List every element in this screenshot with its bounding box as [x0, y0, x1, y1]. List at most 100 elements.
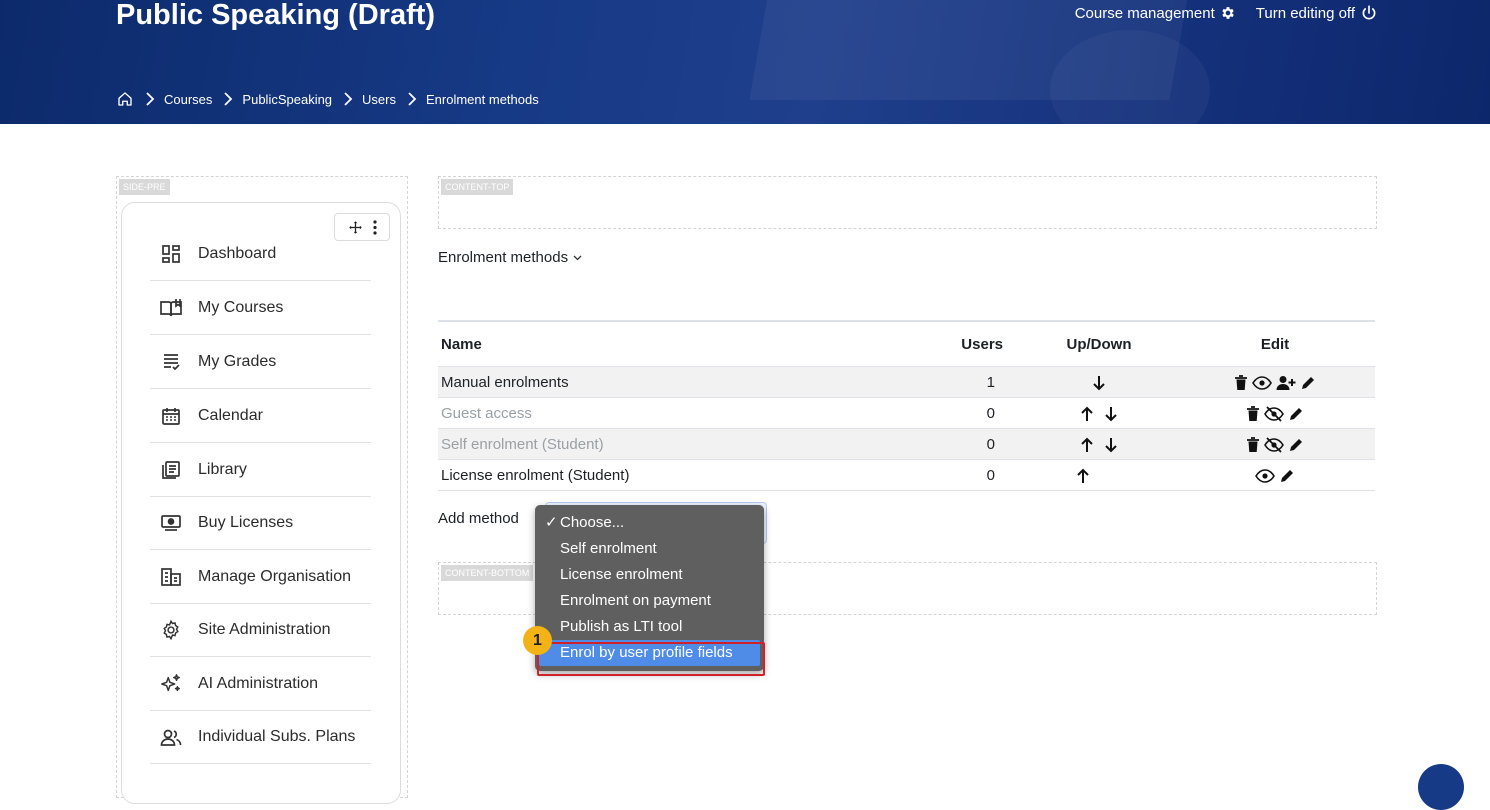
trash-icon[interactable] — [1234, 374, 1248, 391]
table-row: Manual enrolments 1 — [438, 366, 1375, 398]
home-icon[interactable] — [116, 90, 134, 108]
sidebar-item-buy-licenses[interactable]: Buy Licenses — [150, 497, 371, 550]
option-label: Self enrolment — [560, 540, 657, 557]
dropdown-option-self-enrolment[interactable]: Self enrolment — [535, 536, 764, 562]
arrow-up-icon[interactable] — [1080, 406, 1094, 422]
grades-icon — [159, 350, 183, 374]
method-users: 0 — [882, 397, 1023, 429]
dropdown-option-license-enrolment[interactable]: License enrolment — [535, 562, 764, 588]
eye-icon[interactable] — [1252, 375, 1272, 390]
chevron-right-icon — [223, 92, 233, 106]
updown-cell — [1023, 428, 1175, 460]
dropdown-option-choose[interactable]: ✓ Choose... — [535, 510, 764, 536]
cash-icon — [159, 511, 183, 535]
method-users: 0 — [882, 459, 1023, 491]
option-label: Publish as LTI tool — [560, 618, 683, 635]
chevron-right-icon — [145, 92, 155, 106]
sidebar-item-my-grades[interactable]: My Grades — [150, 336, 371, 389]
sidebar-item-individual-subs-plans[interactable]: Individual Subs. Plans — [150, 711, 371, 764]
breadcrumb-enrolment-methods: Enrolment methods — [426, 91, 539, 107]
content-top-region: CONTENT-TOP — [438, 176, 1377, 229]
sidebar-item-ai-administration[interactable]: AI Administration — [150, 658, 371, 711]
dropdown-option-publish-lti[interactable]: Publish as LTI tool — [535, 614, 764, 640]
arrow-down-icon[interactable] — [1104, 437, 1118, 453]
method-name: Manual enrolments — [438, 366, 882, 398]
method-name: License enrolment (Student) — [438, 459, 882, 491]
course-management-label: Course management — [1074, 4, 1215, 22]
content-bottom-tag: CONTENT-BOTTOM — [441, 565, 534, 581]
gear-icon — [1222, 7, 1234, 19]
side-pre-tag: SIDE-PRE — [119, 179, 170, 195]
page-title: Public Speaking (Draft) — [116, 0, 436, 31]
pencil-icon[interactable] — [1279, 468, 1295, 484]
sidebar-item-label: Buy Licenses — [198, 514, 294, 531]
sidebar-item-label: My Grades — [198, 353, 277, 370]
turn-editing-off-button[interactable]: Turn editing off — [1256, 4, 1378, 22]
sidebar-item-dashboard[interactable]: Dashboard — [150, 228, 371, 281]
sidebar-item-manage-organisation[interactable]: Manage Organisation — [150, 551, 371, 604]
dropdown-option-enrolment-on-payment[interactable]: Enrolment on payment — [535, 588, 764, 614]
eye-slash-icon[interactable] — [1264, 436, 1284, 453]
sidebar-item-label: Site Administration — [198, 621, 331, 638]
pencil-icon[interactable] — [1288, 406, 1304, 422]
breadcrumb-courses[interactable]: Courses — [164, 92, 212, 107]
add-method-label: Add method — [438, 510, 519, 527]
trash-icon[interactable] — [1246, 436, 1260, 453]
sidebar-item-label: Manage Organisation — [198, 568, 351, 585]
eye-icon[interactable] — [1255, 468, 1275, 483]
column-header-users: Users — [882, 320, 1023, 367]
table-header-row: Name Users Up/Down Edit — [438, 320, 1375, 367]
column-header-updown: Up/Down — [1023, 320, 1175, 367]
arrow-up-icon[interactable] — [1080, 437, 1094, 453]
enrolment-methods-table: Name Users Up/Down Edit Manual enrolment… — [438, 320, 1375, 491]
option-label: Enrolment on payment — [560, 592, 711, 609]
chevron-right-icon — [407, 92, 417, 106]
updown-cell — [1023, 459, 1175, 491]
sidebar-item-label: Dashboard — [198, 245, 277, 262]
option-label: License enrolment — [560, 566, 683, 583]
highlight-frame — [537, 642, 765, 676]
power-icon — [1362, 5, 1376, 20]
sidebar-item-label: AI Administration — [198, 675, 319, 692]
trash-icon[interactable] — [1246, 405, 1260, 422]
sidebar-item-label: Individual Subs. Plans — [198, 728, 356, 745]
method-users: 0 — [882, 428, 1023, 460]
sidebar-item-site-administration[interactable]: Site Administration — [150, 604, 371, 657]
step-marker: 1 — [523, 626, 552, 655]
edit-cell — [1175, 397, 1375, 429]
column-header-edit: Edit — [1175, 320, 1375, 367]
content-top-tag: CONTENT-TOP — [441, 179, 514, 195]
breadcrumb: Courses PublicSpeaking Users Enrolment m… — [116, 90, 539, 108]
arrow-down-icon[interactable] — [1104, 406, 1118, 422]
sidebar-item-label: My Courses — [198, 299, 284, 316]
pencil-icon[interactable] — [1288, 437, 1304, 453]
more-vertical-icon[interactable] — [372, 219, 377, 235]
method-users: 1 — [882, 366, 1023, 398]
edit-cell — [1175, 459, 1375, 491]
users-icon — [159, 725, 183, 749]
sidebar-item-label: Library — [198, 461, 247, 478]
enrolment-methods-select[interactable]: Enrolment methods — [438, 249, 582, 266]
sidebar-item-calendar[interactable]: Calendar — [150, 390, 371, 443]
breadcrumb-users[interactable]: Users — [362, 92, 396, 107]
enrol-users-icon[interactable] — [1276, 375, 1296, 391]
enrolment-methods-label: Enrolment methods — [438, 249, 569, 266]
eye-slash-icon[interactable] — [1264, 405, 1284, 422]
option-label: Choose... — [560, 514, 625, 531]
table-row: Self enrolment (Student) 0 — [438, 428, 1375, 460]
chevron-down-icon — [573, 255, 582, 260]
calendar-icon — [159, 404, 183, 428]
dashboard-icon — [159, 242, 183, 266]
gear-icon — [159, 618, 183, 642]
arrow-up-icon[interactable] — [1076, 468, 1090, 484]
breadcrumb-course[interactable]: PublicSpeaking — [242, 92, 332, 107]
sidebar-item-my-courses[interactable]: My Courses — [150, 282, 371, 335]
column-header-name: Name — [438, 320, 882, 367]
course-management-button[interactable]: Course management — [1075, 4, 1236, 22]
arrow-down-icon[interactable] — [1092, 375, 1106, 391]
book-icon — [159, 296, 183, 320]
pencil-icon[interactable] — [1300, 375, 1316, 391]
sidebar-item-library[interactable]: Library — [150, 444, 371, 497]
help-button[interactable] — [1418, 764, 1464, 810]
updown-cell — [1023, 397, 1175, 429]
